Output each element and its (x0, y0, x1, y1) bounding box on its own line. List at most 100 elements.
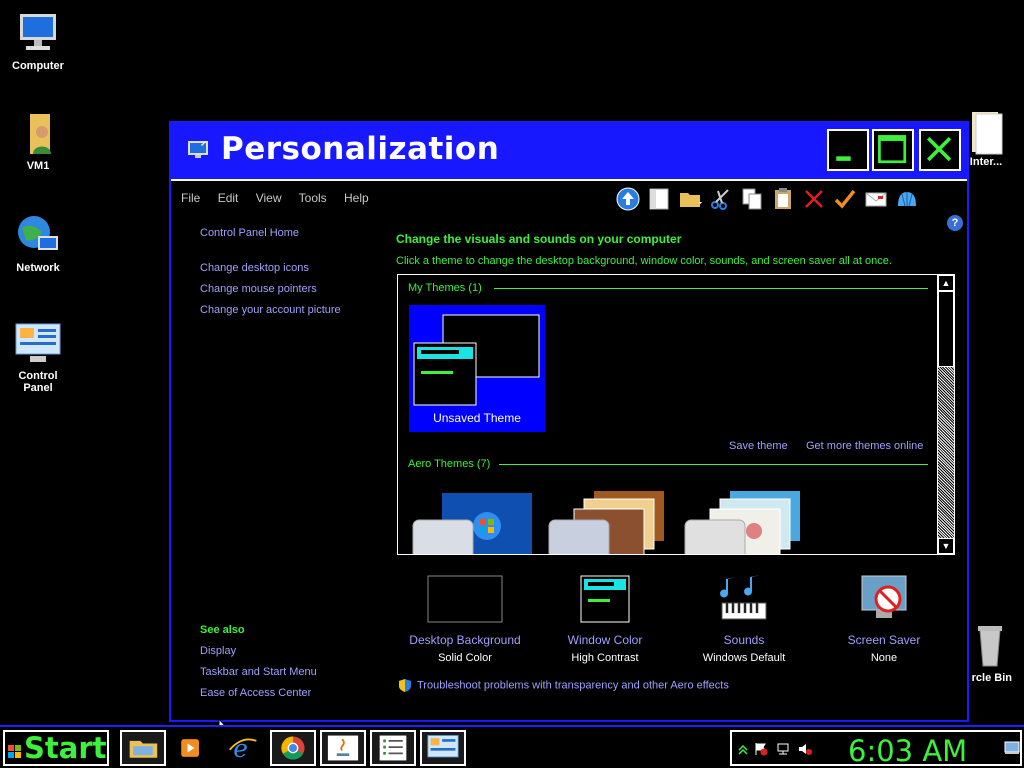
pane-icon[interactable] (646, 186, 672, 212)
desktop-icon-network[interactable]: Network (0, 212, 76, 274)
control-panel-icon (14, 320, 62, 368)
start-button[interactable]: Start (3, 730, 109, 766)
menu-help[interactable]: Help (344, 191, 369, 205)
help-icon[interactable]: ? (947, 215, 963, 231)
screen-saver-item[interactable]: Screen Saver None (814, 575, 954, 664)
bottom-item-title: Screen Saver (847, 633, 921, 647)
taskbar: Start e 6:03 AM (0, 725, 1024, 768)
troubleshoot-text: Troubleshoot problems with transparency … (417, 679, 729, 692)
taskbar-task-list[interactable] (370, 730, 416, 766)
copy-icon[interactable] (739, 186, 765, 212)
paste-icon[interactable] (770, 186, 796, 212)
internet-explorer-icon: e (228, 734, 257, 763)
menu-bar: File Edit View Tools Help (181, 191, 383, 205)
taskbar-file-explorer[interactable] (120, 730, 166, 766)
cut-icon[interactable] (708, 186, 734, 212)
save-theme-link[interactable]: Save theme (729, 440, 788, 452)
taskbar-java[interactable] (320, 730, 366, 766)
file-explorer-icon (129, 740, 158, 758)
bottom-item-value: None (870, 652, 898, 664)
system-tray: 6:03 AM (730, 730, 1022, 768)
screen-saver-icon (846, 575, 922, 625)
page-heading: Change the visuals and sounds on your co… (396, 232, 682, 246)
scroll-down-arrow-icon[interactable]: ▼ (938, 538, 954, 554)
see-also-heading: See also (200, 624, 245, 636)
theme-name: Unsaved Theme (433, 411, 521, 425)
nav-change-mouse-pointers[interactable]: Change mouse pointers (200, 283, 317, 295)
see-also-display[interactable]: Display (200, 645, 236, 657)
group-divider (494, 288, 928, 289)
window-color-icon (567, 575, 643, 625)
bottom-item-value: Windows Default (702, 652, 786, 664)
chrome-icon (281, 736, 305, 760)
bottom-item-title: Window Color (567, 633, 643, 647)
menu-file[interactable]: File (181, 191, 200, 205)
troubleshoot-link[interactable]: Troubleshoot problems with transparency … (398, 678, 729, 693)
minimize-icon (836, 156, 851, 161)
scroll-up-arrow-icon[interactable]: ▲ (938, 275, 954, 291)
aero-theme-nature[interactable] (684, 491, 804, 554)
close-icon (926, 136, 952, 162)
user-folder-icon (14, 110, 62, 158)
desktop-icon-label: VM1 (26, 160, 50, 172)
nav-change-desktop-icons[interactable]: Change desktop icons (200, 262, 309, 274)
desktop-icon-control-panel[interactable]: Control Panel (0, 320, 76, 394)
computer-icon (14, 10, 62, 58)
minimize-button[interactable] (827, 129, 869, 171)
desktop-icon-label: Control Panel (18, 370, 58, 394)
task-list-icon (379, 735, 407, 761)
get-more-themes-link[interactable]: Get more themes online (806, 440, 923, 452)
shell-icon[interactable] (894, 186, 920, 212)
theme-list[interactable]: My Themes (1) Unsaved Theme Save theme G… (397, 274, 955, 555)
bottom-item-title: Sounds (723, 633, 765, 647)
aero-theme-windows7[interactable] (412, 491, 534, 554)
taskbar-internet-explorer[interactable]: e (220, 730, 266, 766)
start-label: Start (24, 731, 107, 765)
menu-view[interactable]: View (256, 191, 282, 205)
network-globe-icon (14, 212, 62, 260)
menu-tools[interactable]: Tools (299, 191, 327, 205)
email-icon[interactable] (863, 186, 889, 212)
show-desktop-icon[interactable] (1004, 740, 1020, 756)
show-hidden-icons-icon[interactable] (736, 742, 750, 756)
theme-scrollbar[interactable]: ▲ ▼ (937, 275, 954, 554)
window-color-item[interactable]: Window Color High Contrast (535, 575, 675, 664)
nav-control-panel-home[interactable]: Control Panel Home (200, 227, 299, 239)
personalization-window: Personalization File Edit View Tools Hel… (169, 121, 969, 722)
aero-theme-architecture[interactable] (548, 491, 668, 554)
delete-icon[interactable] (801, 186, 827, 212)
folder-options-icon[interactable] (677, 186, 703, 212)
scroll-thumb[interactable] (938, 291, 954, 367)
clock[interactable]: 6:03 AM (848, 734, 967, 768)
bottom-item-title: Desktop Background (409, 633, 521, 647)
sounds-item[interactable]: Sounds Windows Default (674, 575, 814, 664)
desktop-background-item[interactable]: Desktop Background Solid Color (395, 575, 535, 664)
desktop-icon-label: Network (16, 262, 60, 274)
volume-muted-icon[interactable] (798, 742, 812, 756)
see-also-ease-of-access[interactable]: Ease of Access Center (200, 687, 311, 699)
close-button[interactable] (919, 129, 961, 171)
windows-logo-icon (8, 745, 22, 759)
theme-unsaved[interactable]: Unsaved Theme (409, 305, 545, 432)
toolbar (615, 185, 920, 213)
taskbar-chrome[interactable] (270, 730, 316, 766)
window-titlebar[interactable]: Personalization (171, 123, 967, 181)
taskbar-control-panel[interactable] (420, 730, 466, 766)
maximize-icon (878, 135, 907, 164)
svg-text:e: e (233, 734, 248, 763)
desktop-background-icon (427, 575, 503, 625)
checkmark-icon[interactable] (832, 186, 858, 212)
bottom-item-value: High Contrast (571, 652, 639, 664)
desktop-icon-vm1[interactable]: VM1 (0, 110, 76, 172)
internet-folder-icon (962, 110, 1010, 158)
maximize-button[interactable] (872, 129, 914, 171)
up-folder-icon[interactable] (615, 186, 641, 212)
nav-change-account-picture[interactable]: Change your account picture (200, 304, 341, 316)
desktop-icon-label: Computer (12, 60, 64, 72)
menu-edit[interactable]: Edit (218, 191, 239, 205)
taskbar-media-player[interactable] (168, 730, 214, 766)
see-also-taskbar[interactable]: Taskbar and Start Menu (200, 666, 317, 678)
desktop-icon-computer[interactable]: Computer (0, 10, 76, 72)
action-center-flag-icon[interactable] (754, 742, 768, 756)
network-status-icon[interactable] (776, 742, 790, 756)
